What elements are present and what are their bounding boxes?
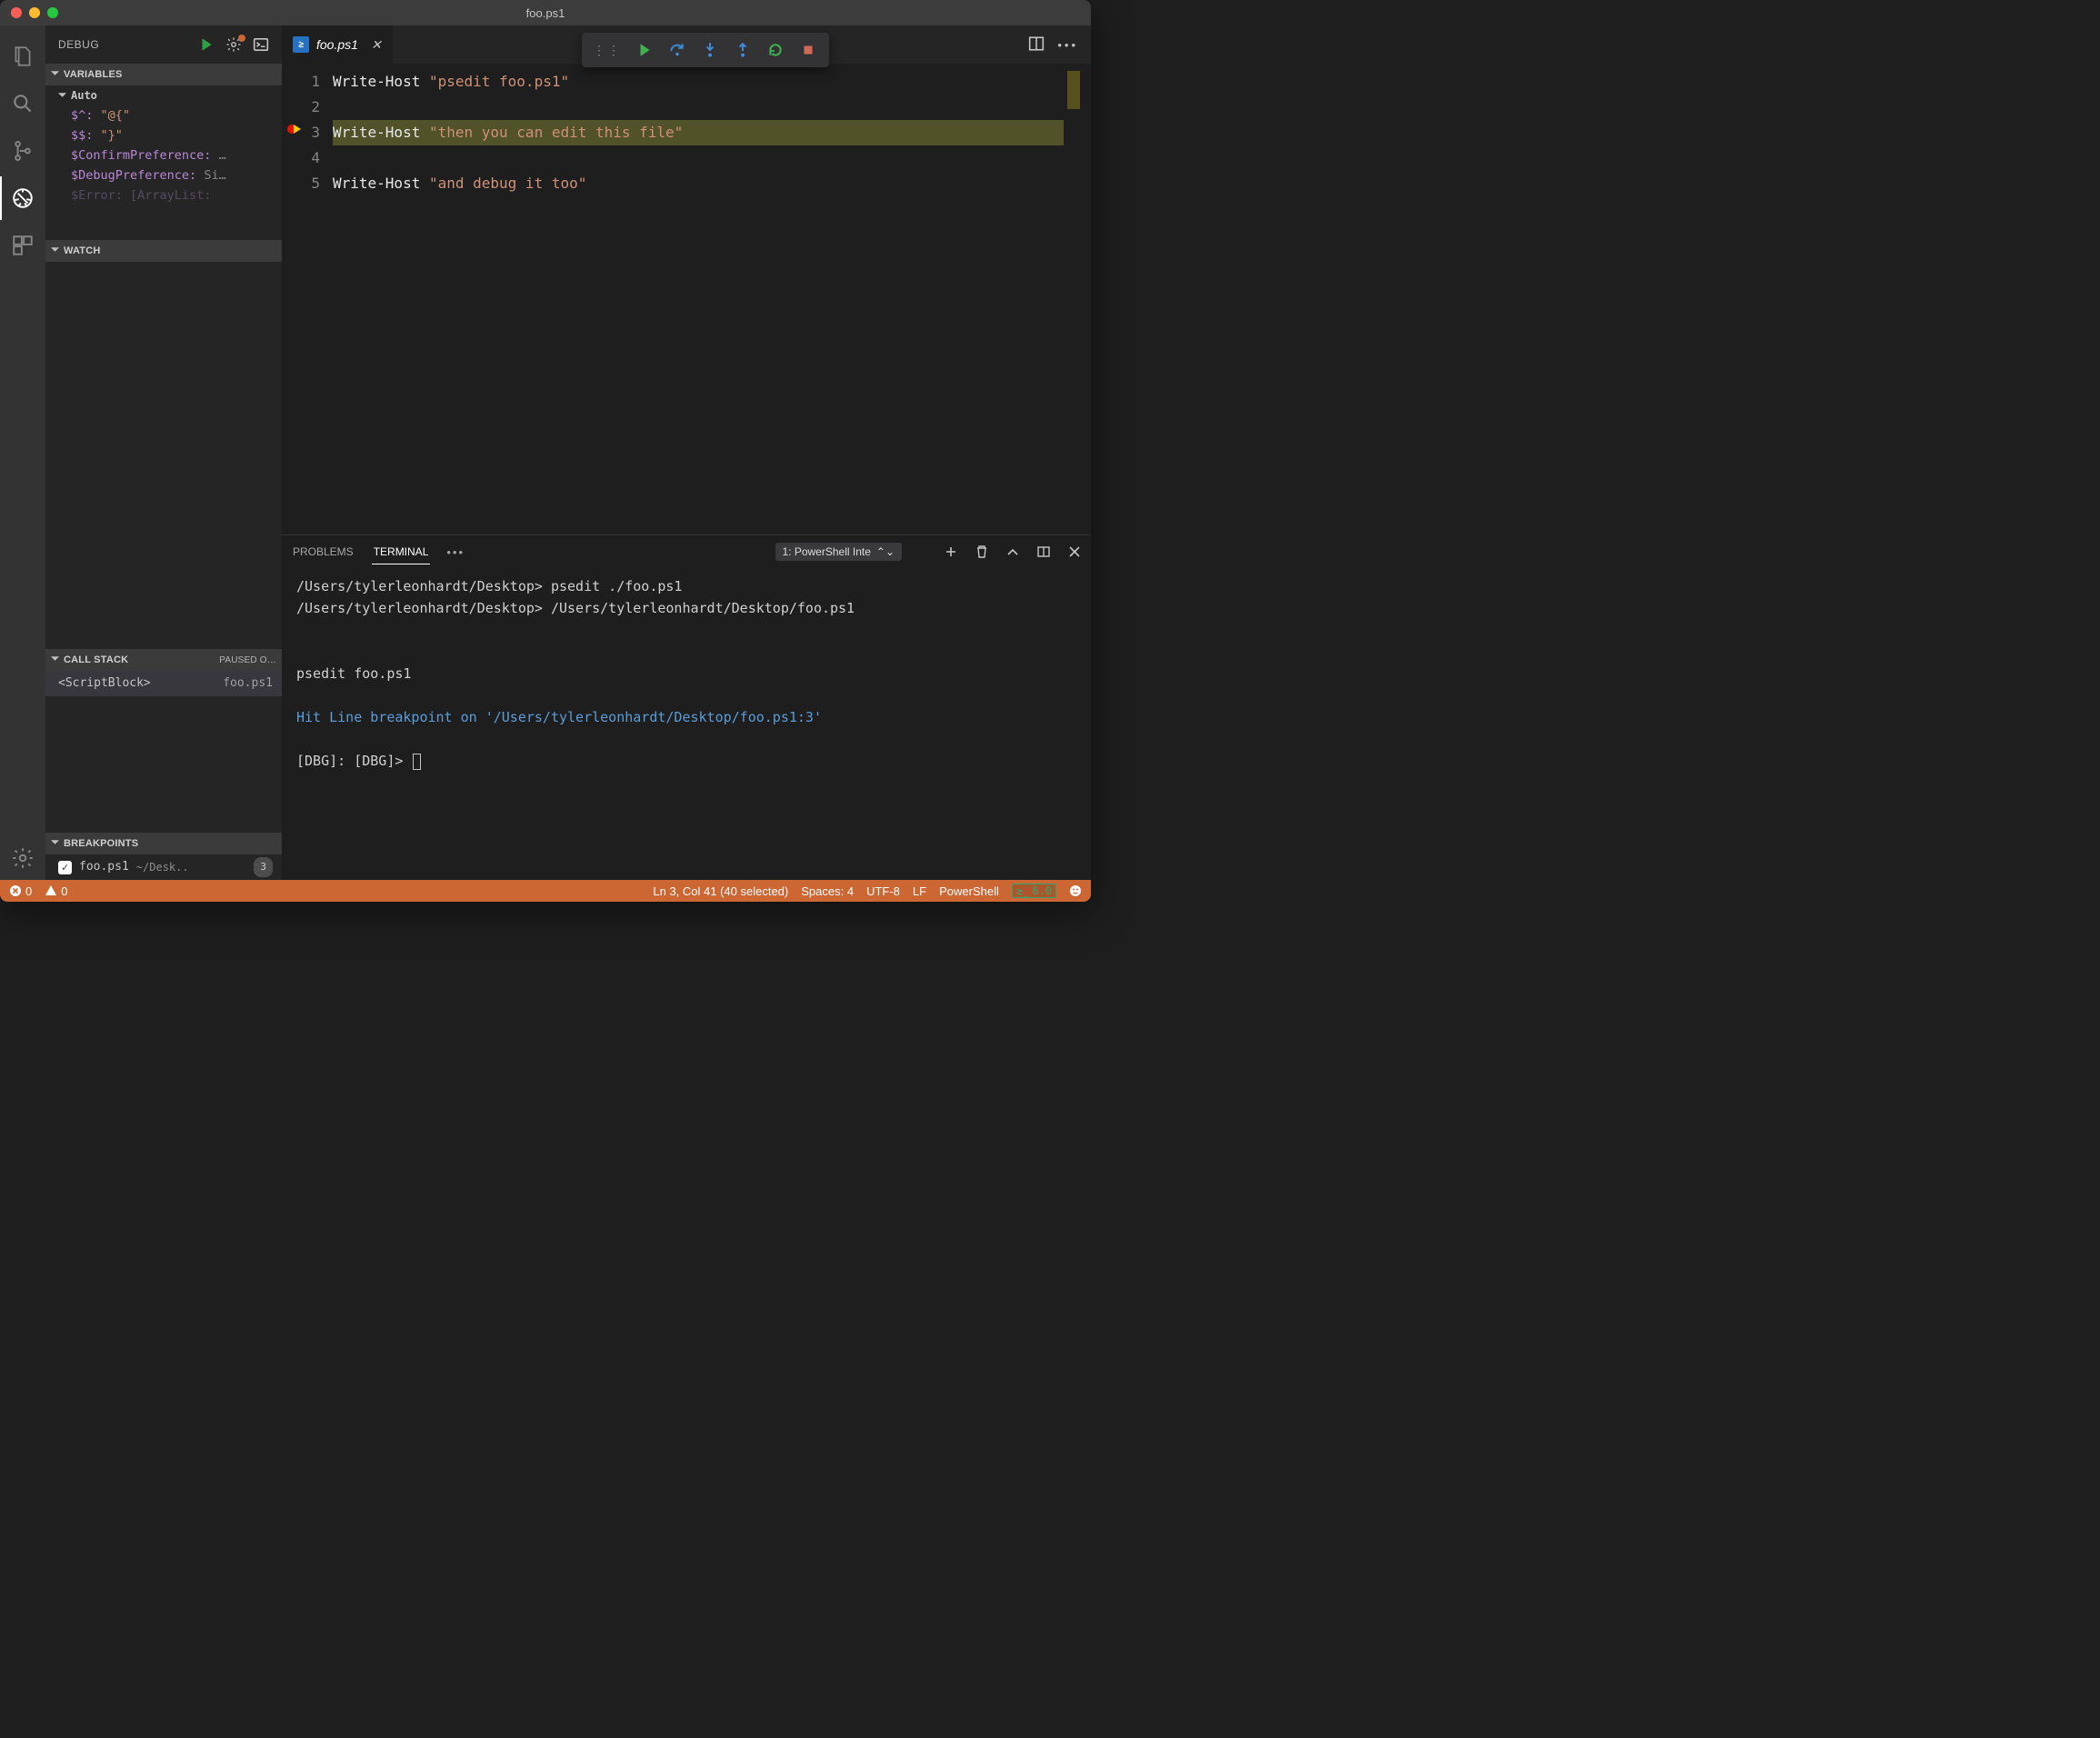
watch-label: WATCH <box>64 245 276 256</box>
close-panel-icon[interactable] <box>1067 544 1082 559</box>
status-warnings[interactable]: 0 <box>45 884 67 898</box>
chevron-down-icon <box>58 85 67 105</box>
continue-button[interactable] <box>629 36 660 64</box>
breakpoint-hit-message: Hit Line breakpoint on '/Users/tylerleon… <box>296 706 1076 728</box>
status-cursor-position[interactable]: Ln 3, Col 41 (40 selected) <box>653 884 788 898</box>
restart-button[interactable] <box>760 36 791 64</box>
panel-tabs: PROBLEMS TERMINAL ••• 1: PowerShell Inte… <box>282 535 1091 568</box>
drag-handle-icon[interactable]: ⋮⋮ <box>587 43 627 58</box>
variable-row-cutoff: $Error: [ArrayList: <box>45 185 282 205</box>
code-editor[interactable]: 1 2 3 4 5 Write-Host "psedit foo.ps1" Wr… <box>282 64 1091 534</box>
tab-label: foo.ps1 <box>316 37 358 52</box>
debug-config-gear-icon[interactable] <box>225 36 242 53</box>
powershell-version-badge[interactable]: ≥_6.0 <box>1012 884 1056 898</box>
minimize-window-button[interactable] <box>29 7 40 18</box>
close-tab-icon[interactable]: ✕ <box>371 37 382 53</box>
tab-problems[interactable]: PROBLEMS <box>291 540 355 564</box>
breakpoints-label: BREAKPOINTS <box>64 838 276 849</box>
breakpoint-checkbox[interactable]: ✓ <box>58 861 72 874</box>
debug-sidebar: DEBUG VARIABLES Auto $^: "@{" <box>45 25 282 880</box>
status-errors[interactable]: 0 <box>9 884 32 898</box>
variable-row[interactable]: $$: "}" <box>45 125 282 145</box>
breakpoint-file: foo.ps1 <box>79 857 129 877</box>
extensions-icon[interactable] <box>0 224 45 267</box>
powershell-file-icon: ≥ <box>293 36 309 53</box>
chevron-updown-icon: ⌃⌄ <box>876 545 895 558</box>
config-warning-badge <box>238 35 245 42</box>
start-debug-button[interactable] <box>198 36 215 53</box>
variables-label: VARIABLES <box>64 69 276 80</box>
terminal-cursor <box>413 754 421 770</box>
window-controls <box>0 7 58 18</box>
chevron-down-icon <box>51 69 60 80</box>
debug-icon[interactable] <box>0 176 45 220</box>
watch-section-header[interactable]: WATCH <box>45 240 282 262</box>
variable-row[interactable]: $ConfirmPreference: … <box>45 145 282 165</box>
source-control-icon[interactable] <box>0 129 45 173</box>
step-over-button[interactable] <box>662 36 693 64</box>
editor-content[interactable]: Write-Host "psedit foo.ps1" Write-Host "… <box>333 64 1091 534</box>
callstack-label: CALL STACK <box>64 654 128 665</box>
chevron-down-icon <box>51 245 60 256</box>
chevron-down-icon <box>51 654 60 665</box>
step-out-button[interactable] <box>727 36 758 64</box>
terminal-output[interactable]: /Users/tylerleonhardt/Desktop> psedit ./… <box>282 568 1091 880</box>
breakpoint-row[interactable]: ✓ foo.ps1 ~/Desk.. 3 <box>45 854 282 880</box>
breakpoint-line-badge: 3 <box>254 857 273 877</box>
maximize-panel-icon[interactable] <box>1005 544 1020 559</box>
overview-ruler-mark <box>1067 71 1080 109</box>
window-title: foo.ps1 <box>0 6 1091 20</box>
terminal-selector[interactable]: 1: PowerShell Inte⌃⌄ <box>775 543 903 561</box>
close-window-button[interactable] <box>11 7 22 18</box>
zoom-window-button[interactable] <box>47 7 58 18</box>
activity-bar <box>0 25 45 880</box>
debug-console-icon[interactable] <box>253 36 269 53</box>
status-language[interactable]: PowerShell <box>939 884 999 898</box>
debug-sidebar-header: DEBUG <box>45 25 282 64</box>
search-icon[interactable] <box>0 82 45 125</box>
status-eol[interactable]: LF <box>913 884 926 898</box>
bottom-panel: PROBLEMS TERMINAL ••• 1: PowerShell Inte… <box>282 534 1091 880</box>
breakpoints-section-header[interactable]: BREAKPOINTS <box>45 833 282 854</box>
new-terminal-icon[interactable] <box>944 544 958 559</box>
explorer-icon[interactable] <box>0 35 45 78</box>
editor-gutter: 1 2 3 4 5 <box>282 64 333 534</box>
breakpoint-current-icon[interactable] <box>285 120 304 138</box>
tab-terminal[interactable]: TERMINAL <box>372 540 431 564</box>
settings-gear-icon[interactable] <box>0 836 45 880</box>
breakpoint-path: ~/Desk.. <box>136 857 189 877</box>
status-indentation[interactable]: Spaces: 4 <box>801 884 854 898</box>
editor-tab[interactable]: ≥ foo.ps1 ✕ <box>282 25 394 64</box>
callstack-frame[interactable]: <ScriptBlock> foo.ps1 <box>45 671 282 696</box>
feedback-smiley-icon[interactable] <box>1069 884 1082 897</box>
status-encoding[interactable]: UTF-8 <box>866 884 900 898</box>
split-terminal-icon[interactable] <box>1036 544 1051 559</box>
panel-more-icon[interactable]: ••• <box>446 545 465 559</box>
titlebar: foo.ps1 <box>0 0 1091 25</box>
callstack-status: PAUSED O… <box>219 655 276 665</box>
stop-button[interactable] <box>793 36 824 64</box>
step-into-button[interactable] <box>695 36 725 64</box>
variable-row[interactable]: $DebugPreference: Si… <box>45 165 282 185</box>
variables-section-header[interactable]: VARIABLES <box>45 64 282 85</box>
debug-prompt: [DBG]: [DBG]> <box>296 753 411 769</box>
variables-group-auto[interactable]: Auto <box>45 85 282 105</box>
status-bar: 0 0 Ln 3, Col 41 (40 selected) Spaces: 4… <box>0 880 1091 902</box>
debug-title: DEBUG <box>58 38 99 51</box>
more-actions-icon[interactable]: ••• <box>1057 38 1078 52</box>
kill-terminal-icon[interactable] <box>975 544 989 559</box>
callstack-section-header[interactable]: CALL STACK PAUSED O… <box>45 649 282 671</box>
variable-row[interactable]: $^: "@{" <box>45 105 282 125</box>
chevron-down-icon <box>51 838 60 849</box>
debug-toolbar: ⋮⋮ <box>582 33 829 67</box>
split-editor-icon[interactable] <box>1028 35 1045 55</box>
